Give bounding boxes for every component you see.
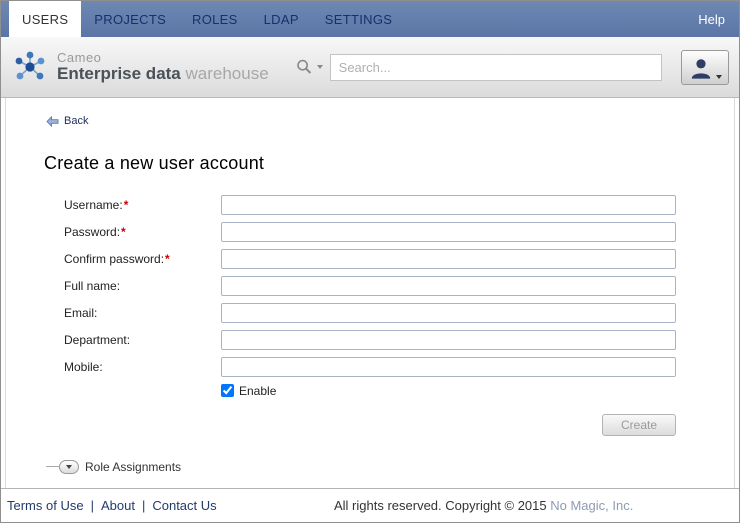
search-input[interactable] xyxy=(330,54,662,81)
main-content: Back Create a new user account Username:… xyxy=(5,98,735,488)
brand-text: Cameo Enterprise data warehouse xyxy=(57,51,269,82)
tab-projects[interactable]: PROJECTS xyxy=(81,1,179,37)
enable-checkbox[interactable] xyxy=(221,384,234,397)
back-arrow-icon xyxy=(46,116,59,127)
expand-caret-icon xyxy=(66,465,72,469)
form-row: Department: xyxy=(64,330,734,350)
create-button[interactable]: Create xyxy=(602,414,676,436)
username-label: Username:* xyxy=(64,198,221,212)
copyright-notice: All rights reserved. Copyright © 2015 xyxy=(334,498,547,513)
brand-product: Enterprise data warehouse xyxy=(57,65,269,83)
form-row: Full name: xyxy=(64,276,734,296)
mobile-label: Mobile: xyxy=(64,360,221,374)
form-row: Username:* xyxy=(64,195,734,215)
required-mark: * xyxy=(165,252,170,266)
tab-roles[interactable]: ROLES xyxy=(179,1,251,37)
link-separator: | xyxy=(142,498,145,513)
company-name: No Magic, Inc. xyxy=(550,498,633,513)
page-title: Create a new user account xyxy=(44,153,734,174)
enable-row: Enable xyxy=(221,384,734,398)
email-label: Email: xyxy=(64,306,221,320)
enable-label: Enable xyxy=(239,384,276,398)
mobile-input[interactable] xyxy=(221,357,676,377)
help-link[interactable]: Help xyxy=(684,1,739,37)
tab-settings[interactable]: SETTINGS xyxy=(312,1,405,37)
search-icon xyxy=(295,58,313,76)
user-menu-caret-icon xyxy=(716,75,722,79)
divider-line xyxy=(46,466,59,467)
footer: Terms of Use | About | Contact Us All ri… xyxy=(1,488,739,522)
password-input[interactable] xyxy=(221,222,676,242)
role-assignments-label: Role Assignments xyxy=(85,460,181,474)
new-user-form: Username:* Password:* Confirm password:*… xyxy=(64,195,734,436)
footer-links: Terms of Use | About | Contact Us xyxy=(7,498,217,513)
role-assignments-section: Role Assignments xyxy=(46,460,734,474)
contact-us-link[interactable]: Contact Us xyxy=(152,498,216,513)
tab-ldap[interactable]: LDAP xyxy=(251,1,312,37)
brand-name: Cameo xyxy=(57,51,269,65)
user-avatar-icon xyxy=(689,56,713,79)
form-row: Email: xyxy=(64,303,734,323)
actions-row: Create xyxy=(64,414,676,436)
required-mark: * xyxy=(124,198,129,212)
brand-logo: Cameo Enterprise data warehouse xyxy=(11,48,269,86)
tab-users[interactable]: USERS xyxy=(9,1,81,37)
about-link[interactable]: About xyxy=(101,498,135,513)
molecule-logo-icon xyxy=(11,48,49,86)
form-row: Mobile: xyxy=(64,357,734,377)
role-assignments-toggle-button[interactable] xyxy=(59,460,79,474)
form-row: Password:* xyxy=(64,222,734,242)
search-area xyxy=(295,54,662,81)
back-link[interactable]: Back xyxy=(46,115,88,127)
copyright-text: All rights reserved. Copyright © 2015 No… xyxy=(334,498,633,513)
full-name-input[interactable] xyxy=(221,276,676,296)
department-input[interactable] xyxy=(221,330,676,350)
required-mark: * xyxy=(121,225,126,239)
brand-product-strong: Enterprise data xyxy=(57,64,181,83)
user-menu-button[interactable] xyxy=(681,50,729,85)
search-caret-icon xyxy=(317,65,323,69)
terms-of-use-link[interactable]: Terms of Use xyxy=(7,498,84,513)
app-window: USERS PROJECTS ROLES LDAP SETTINGS Help xyxy=(0,0,740,523)
link-separator: | xyxy=(91,498,94,513)
form-row: Confirm password:* xyxy=(64,249,734,269)
header-banner: Cameo Enterprise data warehouse xyxy=(1,37,739,98)
email-input[interactable] xyxy=(221,303,676,323)
username-input[interactable] xyxy=(221,195,676,215)
back-label: Back xyxy=(64,115,88,127)
department-label: Department: xyxy=(64,333,221,347)
full-name-label: Full name: xyxy=(64,279,221,293)
confirm-password-label: Confirm password:* xyxy=(64,252,221,266)
top-nav: USERS PROJECTS ROLES LDAP SETTINGS Help xyxy=(1,1,739,37)
search-scope-button[interactable] xyxy=(295,58,323,76)
password-label: Password:* xyxy=(64,225,221,239)
brand-product-light: warehouse xyxy=(181,64,269,83)
confirm-password-input[interactable] xyxy=(221,249,676,269)
